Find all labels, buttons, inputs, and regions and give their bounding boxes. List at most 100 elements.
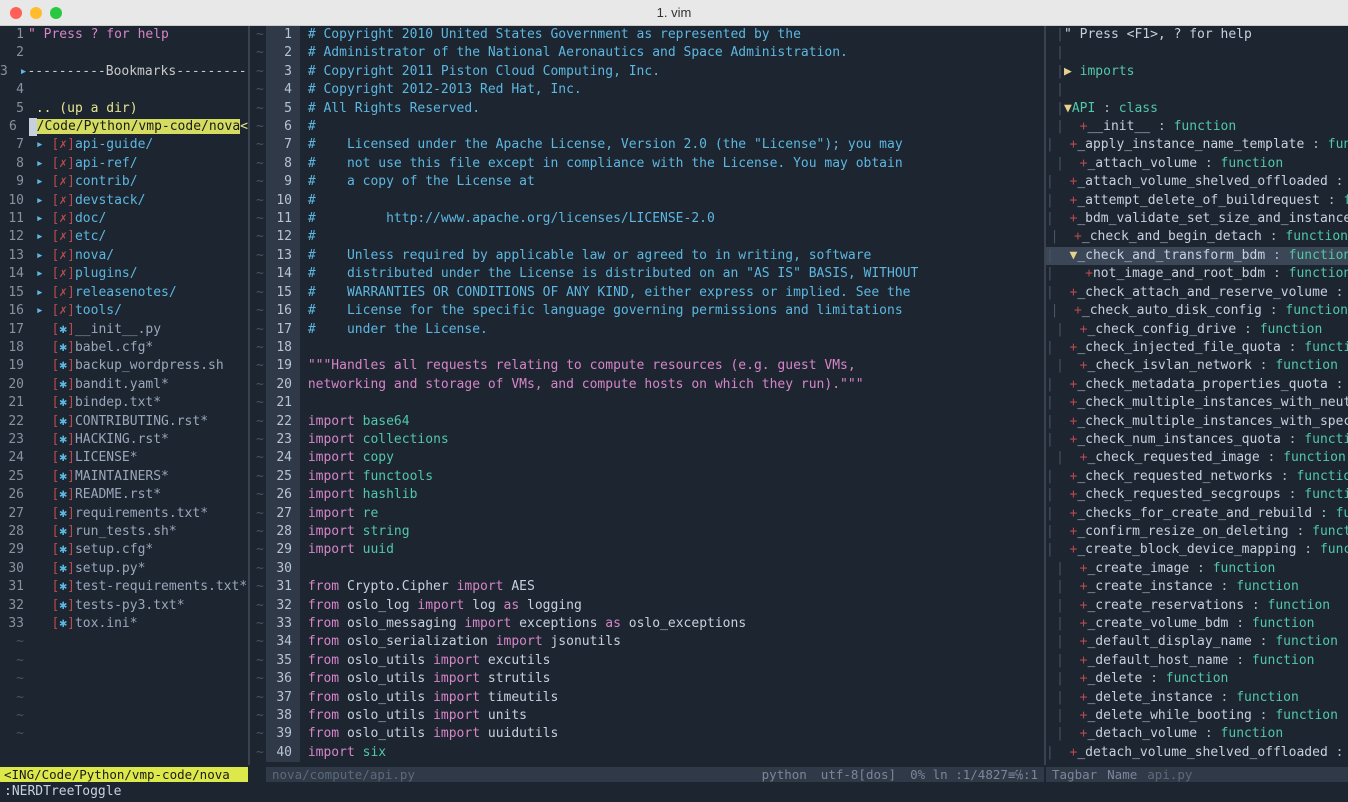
editor-line[interactable]: 21 <box>266 394 1044 412</box>
tagbar-row[interactable]: | +_check_config_drive : function <box>1046 321 1348 339</box>
tagbar-row[interactable]: | +_attempt_delete_of_buildrequest : fu <box>1046 192 1348 210</box>
tagbar-row[interactable]: | ▼_check_and_transform_bdm : function <box>1046 247 1348 265</box>
tagbar-row[interactable]: | +_check_requested_secgroups : functio <box>1046 486 1348 504</box>
nerdtree-row[interactable]: 22 [✱]CONTRIBUTING.rst* <box>0 413 248 431</box>
nerdtree-row[interactable]: 16 ▸ [✗]tools/ <box>0 302 248 320</box>
editor-line[interactable]: 31 from Crypto.Cipher import AES <box>266 578 1044 596</box>
nerdtree-row[interactable]: 10 ▸ [✗]devstack/ <box>0 192 248 210</box>
nerdtree-row[interactable]: 31 [✱]test-requirements.txt* <box>0 578 248 596</box>
nerdtree-row[interactable]: 24 [✱]LICENSE* <box>0 449 248 467</box>
editor-line[interactable]: 4 # Copyright 2012-2013 Red Hat, Inc. <box>266 81 1044 99</box>
tagbar-row[interactable]: | +_check_requested_networks : function <box>1046 468 1348 486</box>
editor-line[interactable]: 38 from oslo_utils import units <box>266 707 1044 725</box>
editor-line[interactable]: 9 # a copy of the License at <box>266 173 1044 191</box>
tagbar-row[interactable]: | +__init__ : function <box>1046 118 1348 136</box>
editor-line[interactable]: 30 <box>266 560 1044 578</box>
tagbar-row[interactable]: | +_create_image : function <box>1046 560 1348 578</box>
editor-line[interactable]: 19 """Handles all requests relating to c… <box>266 357 1044 375</box>
tagbar-row[interactable]: | +_create_instance : function <box>1046 578 1348 596</box>
tagbar-row[interactable]: |▶ imports <box>1046 63 1348 81</box>
tagbar-row[interactable]: | <box>1046 81 1348 99</box>
editor-line[interactable]: 15 # WARRANTIES OR CONDITIONS OF ANY KIN… <box>266 284 1044 302</box>
editor-pane[interactable]: 1 # Copyright 2010 United States Governm… <box>266 26 1044 765</box>
nerdtree-row[interactable]: 27 [✱]requirements.txt* <box>0 505 248 523</box>
editor-line[interactable]: 36 from oslo_utils import strutils <box>266 670 1044 688</box>
nerdtree-row[interactable]: 11 ▸ [✗]doc/ <box>0 210 248 228</box>
editor-line[interactable]: 20 networking and storage of VMs, and co… <box>266 376 1044 394</box>
tagbar-row[interactable]: | +_delete_while_booting : function <box>1046 707 1348 725</box>
editor-line[interactable]: 33 from oslo_messaging import exceptions… <box>266 615 1044 633</box>
tagbar-row[interactable]: | +_check_multiple_instances_with_speci <box>1046 413 1348 431</box>
nerdtree-row[interactable]: 12 ▸ [✗]etc/ <box>0 228 248 246</box>
tagbar-row[interactable]: |" Press <F1>, ? for help <box>1046 26 1348 44</box>
editor-line[interactable]: 18 <box>266 339 1044 357</box>
tagbar-row[interactable]: | +_default_host_name : function <box>1046 652 1348 670</box>
tagbar-row[interactable]: | +_delete : function <box>1046 670 1348 688</box>
nerdtree-row[interactable]: 32 [✱]tests-py3.txt* <box>0 597 248 615</box>
tagbar-row[interactable]: | +_check_injected_file_quota : functio <box>1046 339 1348 357</box>
nerdtree-row[interactable]: 25 [✱]MAINTAINERS* <box>0 468 248 486</box>
editor-line[interactable]: 8 # not use this file except in complian… <box>266 155 1044 173</box>
editor-line[interactable]: 39 from oslo_utils import uuidutils <box>266 725 1044 743</box>
editor-line[interactable]: 26 import hashlib <box>266 486 1044 504</box>
nerdtree-row[interactable]: 20 [✱]bandit.yaml* <box>0 376 248 394</box>
command-line[interactable]: :NERDTreeToggle <box>0 784 1348 802</box>
tagbar-row[interactable]: | +_apply_instance_name_template : func <box>1046 136 1348 154</box>
tagbar-row[interactable]: | +_check_multiple_instances_with_neutr <box>1046 394 1348 412</box>
editor-line[interactable]: 16 # License for the specific language g… <box>266 302 1044 320</box>
nerdtree-row[interactable]: 17 [✱]__init__.py <box>0 321 248 339</box>
nerdtree-row[interactable]: 18 [✱]babel.cfg* <box>0 339 248 357</box>
nerdtree-row[interactable]: 1" Press ? for help <box>0 26 248 44</box>
editor-line[interactable]: 10 # <box>266 192 1044 210</box>
tagbar-row[interactable]: | +_check_metadata_properties_quota : f <box>1046 376 1348 394</box>
editor-line[interactable]: 14 # distributed under the License is di… <box>266 265 1044 283</box>
nerdtree-row[interactable]: 30 [✱]setup.py* <box>0 560 248 578</box>
editor-line[interactable]: 17 # under the License. <box>266 321 1044 339</box>
zoom-icon[interactable] <box>50 7 62 19</box>
editor-line[interactable]: 40 import six <box>266 744 1044 762</box>
tagbar-pane[interactable]: |" Press <F1>, ? for help||▶ imports||▼A… <box>1046 26 1348 765</box>
editor-line[interactable]: 27 import re <box>266 505 1044 523</box>
nerdtree-row[interactable]: 9 ▸ [✗]contrib/ <box>0 173 248 191</box>
nerdtree-row[interactable]: 23 [✱]HACKING.rst* <box>0 431 248 449</box>
editor-line[interactable]: 28 import string <box>266 523 1044 541</box>
tagbar-row[interactable]: | +_attach_volume : function <box>1046 155 1348 173</box>
tagbar-row[interactable]: |▼API : class <box>1046 100 1348 118</box>
tagbar-row[interactable]: | +_create_block_device_mapping : funct <box>1046 541 1348 559</box>
tagbar-row[interactable]: | <box>1046 44 1348 62</box>
editor-line[interactable]: 6 # <box>266 118 1044 136</box>
nerdtree-row[interactable]: 28 [✱]run_tests.sh* <box>0 523 248 541</box>
tagbar-row[interactable]: | +_attach_volume_shelved_offloaded : f <box>1046 173 1348 191</box>
nerdtree-row[interactable]: 8 ▸ [✗]api-ref/ <box>0 155 248 173</box>
editor-line[interactable]: 7 # Licensed under the Apache License, V… <box>266 136 1044 154</box>
editor-line[interactable]: 13 # Unless required by applicable law o… <box>266 247 1044 265</box>
editor-line[interactable]: 34 from oslo_serialization import jsonut… <box>266 633 1044 651</box>
nerdtree-row[interactable]: 13 ▸ [✗]nova/ <box>0 247 248 265</box>
nerdtree-row[interactable]: 7 ▸ [✗]api-guide/ <box>0 136 248 154</box>
nerdtree-pane[interactable]: 1" Press ? for help23 ▸----------Bookmar… <box>0 26 248 765</box>
editor-line[interactable]: 24 import copy <box>266 449 1044 467</box>
nerdtree-row[interactable]: 4 <box>0 81 248 99</box>
editor-line[interactable]: 12 # <box>266 228 1044 246</box>
tagbar-row[interactable]: | +_detach_volume : function <box>1046 725 1348 743</box>
nerdtree-row[interactable]: 15 ▸ [✗]releasenotes/ <box>0 284 248 302</box>
tagbar-row[interactable]: | +_check_requested_image : function <box>1046 449 1348 467</box>
tagbar-row[interactable]: | +_create_reservations : function <box>1046 597 1348 615</box>
tagbar-row[interactable]: | +_delete_instance : function <box>1046 689 1348 707</box>
editor-line[interactable]: 25 import functools <box>266 468 1044 486</box>
tagbar-row[interactable]: | +_check_num_instances_quota : functio <box>1046 431 1348 449</box>
editor-line[interactable]: 37 from oslo_utils import timeutils <box>266 689 1044 707</box>
editor-line[interactable]: 3 # Copyright 2011 Piston Cloud Computin… <box>266 63 1044 81</box>
editor-line[interactable]: 23 import collections <box>266 431 1044 449</box>
tagbar-row[interactable]: | +_check_isvlan_network : function <box>1046 357 1348 375</box>
tagbar-row[interactable]: | +_create_volume_bdm : function <box>1046 615 1348 633</box>
tagbar-row[interactable]: | +_checks_for_create_and_rebuild : fun <box>1046 505 1348 523</box>
editor-line[interactable]: 22 import base64 <box>266 413 1044 431</box>
nerdtree-row[interactable]: 5 .. (up a dir) <box>0 100 248 118</box>
nerdtree-row[interactable]: 14 ▸ [✗]plugins/ <box>0 265 248 283</box>
tagbar-row[interactable]: | +_detach_volume_shelved_offloaded : f <box>1046 744 1348 762</box>
tagbar-row[interactable]: | +_confirm_resize_on_deleting : functi <box>1046 523 1348 541</box>
tagbar-row[interactable]: | +not_image_and_root_bdm : function <box>1046 265 1348 283</box>
editor-line[interactable]: 1 # Copyright 2010 United States Governm… <box>266 26 1044 44</box>
close-icon[interactable] <box>10 7 22 19</box>
